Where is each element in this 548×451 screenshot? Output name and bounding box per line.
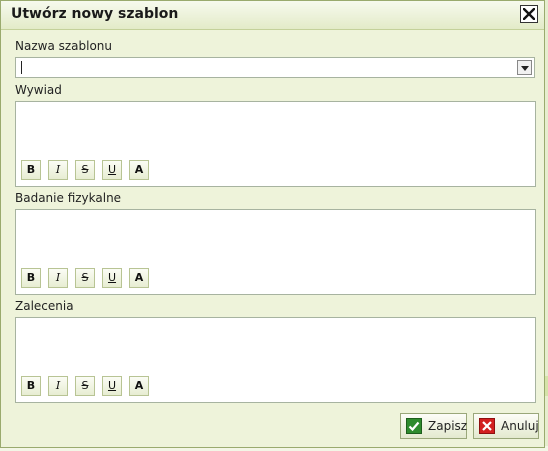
strikethrough-button[interactable]: S	[75, 376, 95, 396]
underline-button[interactable]: U	[102, 160, 122, 180]
bold-button[interactable]: B	[21, 376, 41, 396]
save-button[interactable]: Zapisz	[400, 413, 467, 439]
close-icon	[523, 8, 535, 20]
dialog-titlebar: Utwórz nowy szablon	[1, 1, 544, 30]
dialog-title: Utwórz nowy szablon	[11, 6, 179, 22]
underline-button[interactable]: U	[102, 376, 122, 396]
bold-button[interactable]: B	[21, 160, 41, 180]
section-label-recommendations: Zalecenia	[15, 299, 74, 313]
text-caret	[21, 61, 22, 74]
text-color-button[interactable]: A	[129, 268, 149, 288]
bold-button[interactable]: B	[21, 268, 41, 288]
section-label-interview: Wywiad	[15, 83, 62, 97]
editor-interview[interactable]: B I S U A	[15, 101, 536, 187]
italic-button[interactable]: I	[48, 268, 68, 288]
strikethrough-button[interactable]: S	[75, 268, 95, 288]
cancel-button[interactable]: Anuluj	[473, 413, 539, 439]
text-color-button[interactable]: A	[129, 376, 149, 396]
create-template-dialog: Utwórz nowy szablon Nazwa szablonu Wywia…	[0, 0, 545, 448]
editor-recommendations[interactable]: B I S U A	[15, 317, 536, 403]
editor-physical-exam[interactable]: B I S U A	[15, 209, 536, 295]
strikethrough-button[interactable]: S	[75, 160, 95, 180]
italic-button[interactable]: I	[48, 376, 68, 396]
underline-button[interactable]: U	[102, 268, 122, 288]
template-name-label: Nazwa szablonu	[15, 39, 113, 53]
section-label-physical-exam: Badanie fizykalne	[15, 191, 122, 205]
cancel-icon	[479, 418, 495, 434]
save-label: Zapisz	[428, 419, 468, 433]
chevron-down-icon[interactable]	[517, 60, 532, 75]
cancel-label: Anuluj	[501, 419, 539, 433]
checkmark-icon	[406, 418, 422, 434]
template-name-combobox[interactable]	[15, 57, 535, 78]
close-button[interactable]	[520, 5, 538, 23]
text-color-button[interactable]: A	[129, 160, 149, 180]
italic-button[interactable]: I	[48, 160, 68, 180]
